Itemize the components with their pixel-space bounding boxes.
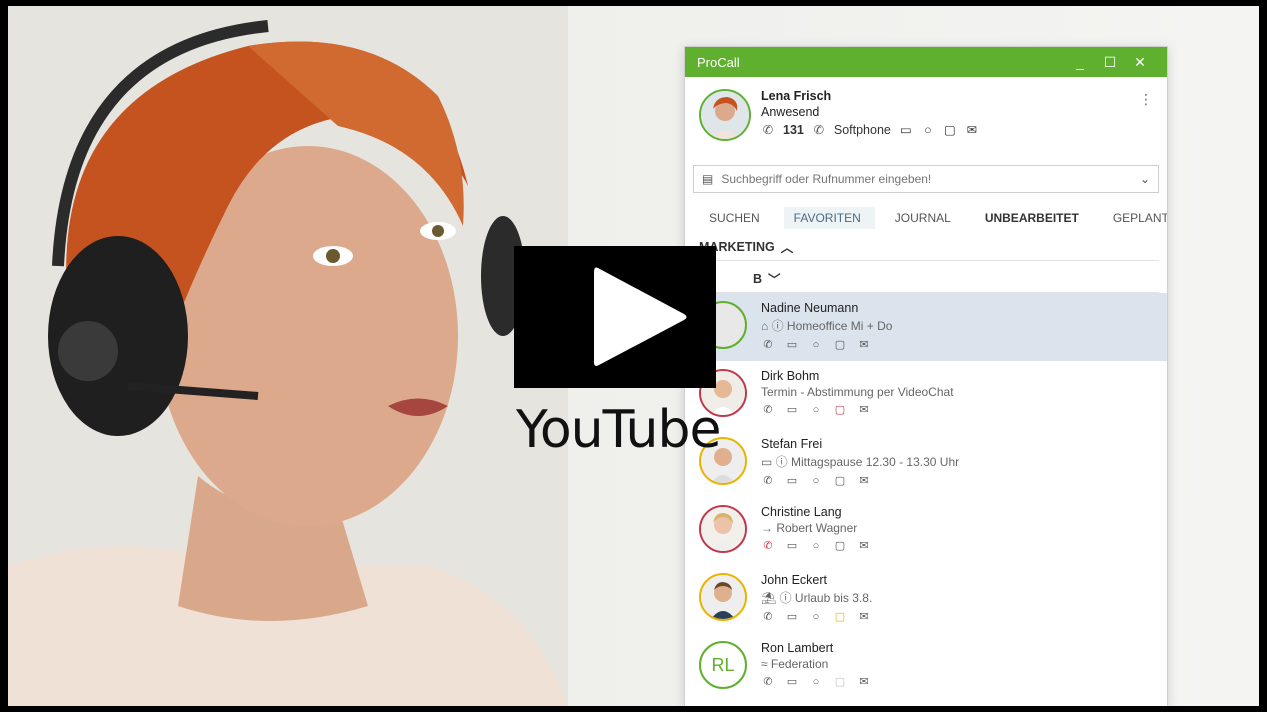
calendar-icon[interactable]: ▢ (833, 539, 847, 552)
phone-icon[interactable]: ✆ (761, 403, 775, 416)
own-profile: Lena Frisch Anwesend ✆ 131 ✆ Softphone ▭… (685, 77, 1167, 157)
tab-bar: SUCHEN FAVORITEN JOURNAL UNBEARBEITET GE… (685, 207, 1167, 229)
contact-initials-avatar: RL (699, 641, 747, 689)
federation-icon: ≈ (761, 657, 771, 671)
video-icon[interactable]: ▭ (785, 403, 799, 416)
contact-name: John Eckert (761, 573, 828, 587)
contact-name: Ron Lambert (761, 641, 834, 655)
contact-avatar (699, 505, 747, 553)
tab-favoriten[interactable]: FAVORITEN (783, 207, 875, 229)
mail-icon[interactable]: ✉ (857, 338, 871, 351)
chat-icon[interactable]: ○ (809, 676, 823, 688)
phone-icon[interactable]: ✆ (761, 338, 775, 351)
chevron-up-icon: ︿ (780, 241, 794, 255)
woman-with-headset-image (8, 6, 568, 706)
minimize-button[interactable]: _ (1065, 54, 1095, 70)
calendar-icon[interactable]: ▢ (833, 403, 847, 416)
search-input[interactable] (721, 172, 1140, 186)
chevron-down-icon[interactable]: ⌄ (1140, 172, 1150, 186)
chat-icon[interactable]: ○ (809, 339, 823, 351)
video-icon[interactable]: ▭ (785, 338, 799, 351)
mail-icon[interactable]: ✉ (857, 474, 871, 487)
chat-icon[interactable]: ○ (809, 611, 823, 623)
own-status[interactable]: Anwesend (761, 105, 979, 119)
video-icon[interactable]: ▭ (785, 675, 799, 688)
tab-journal[interactable]: JOURNAL (885, 207, 965, 229)
youtube-logo-text: YouTube (516, 400, 721, 460)
calendar-icon[interactable]: ▢ (943, 122, 957, 137)
video-icon[interactable]: ▭ (899, 122, 913, 137)
tab-geplant[interactable]: GEPLANT (1103, 207, 1167, 229)
video-icon[interactable]: ▭ (785, 610, 799, 623)
contact-name: Nadine Neumann (761, 301, 859, 315)
contact-name: Christine Lang (761, 505, 842, 519)
tab-unbearbeitet[interactable]: UNBEARBEITET (975, 207, 1093, 229)
vacation-icon: ⛱ ⓘ (761, 591, 795, 605)
calendar-icon[interactable]: ▢ (833, 474, 847, 487)
maximize-button[interactable]: ☐ (1095, 54, 1125, 71)
phone-icon[interactable]: ✆ (761, 610, 775, 623)
search-box[interactable]: ▤ ⌄ (693, 165, 1159, 193)
video-icon[interactable]: ▭ (785, 539, 799, 552)
group-header-marketing[interactable]: MARKETING ︿ (693, 233, 1159, 261)
mail-icon[interactable]: ✉ (857, 403, 871, 416)
phone-icon[interactable]: ✆ (761, 539, 775, 552)
play-icon (594, 267, 687, 366)
mail-icon[interactable]: ✉ (857, 675, 871, 688)
own-avatar[interactable] (699, 89, 751, 141)
video-thumbnail[interactable]: ProCall _ ☐ ✕ Lena Frisch Anwesend ✆ 131 (8, 6, 1259, 706)
mail-icon[interactable]: ✉ (857, 539, 871, 552)
own-extension: 131 (783, 122, 804, 137)
calendar-icon[interactable]: ▢ (833, 675, 847, 688)
mail-icon[interactable]: ✉ (857, 610, 871, 623)
title-bar: ProCall _ ☐ ✕ (685, 47, 1167, 77)
own-name: Lena Frisch (761, 89, 832, 103)
database-icon: ▤ (702, 172, 714, 186)
phone-icon[interactable]: ✆ (761, 122, 775, 137)
contact-name: Dirk Bohm (761, 369, 820, 383)
calendar-icon[interactable]: ▢ (833, 610, 847, 623)
contact-row[interactable]: Dirk Bohm Termin - Abstimmung per VideoC… (685, 361, 1167, 429)
contact-row[interactable]: RL Ron Lambert ≈ Federation ✆ ▭ ○ ▢ ✉ (685, 633, 1167, 701)
procall-window: ProCall _ ☐ ✕ Lena Frisch Anwesend ✆ 131 (684, 46, 1168, 706)
forward-icon: → (761, 521, 777, 535)
tab-suchen[interactable]: SUCHEN (699, 207, 774, 229)
group-label: B (753, 271, 763, 286)
device-label[interactable]: Softphone (834, 123, 891, 137)
chat-icon[interactable]: ○ (809, 540, 823, 552)
youtube-play-button[interactable] (514, 246, 716, 388)
chevron-down-icon: ﹀ (768, 273, 781, 287)
contact-row[interactable]: Christine Lang → Robert Wagner ✆ ▭ ○ ▢ ✉ (685, 497, 1167, 565)
contact-status: Homeoffice Mi + Do (786, 319, 893, 333)
chat-icon[interactable]: ○ (921, 123, 935, 137)
mail-icon[interactable]: ✉ (965, 122, 979, 137)
close-button[interactable]: ✕ (1125, 54, 1155, 71)
chat-icon[interactable]: ○ (809, 404, 823, 416)
contact-status: Urlaub bis 3.8. (794, 591, 873, 605)
contact-name: Stefan Frei (761, 437, 823, 451)
video-icon[interactable]: ▭ (785, 474, 799, 487)
contact-status: Mittagspause 12.30 - 13.30 Uhr (791, 455, 960, 469)
contact-row[interactable]: John Eckert ⛱ ⓘ Urlaub bis 3.8. ✆ ▭ ○ ▢ … (685, 565, 1167, 633)
home-icon: ⌂ ⓘ (761, 319, 787, 333)
window-title: ProCall (697, 54, 740, 70)
contact-status: Robert Wagner (776, 521, 858, 535)
phone-icon[interactable]: ✆ (761, 474, 775, 487)
contact-status: Termin - Abstimmung per VideoChat (761, 385, 954, 399)
phone-icon[interactable]: ✆ (761, 675, 775, 688)
info-icon: ▭ ⓘ (761, 455, 792, 469)
more-options-icon[interactable]: ⋮ (1139, 91, 1153, 108)
calendar-icon[interactable]: ▢ (833, 338, 847, 351)
group-header-second[interactable]: B ﹀ (693, 265, 1159, 293)
contact-row[interactable]: Nadine Neumann ⌂ ⓘ Homeoffice Mi + Do ✆ … (685, 293, 1167, 361)
contact-row[interactable]: Stefan Frei ▭ ⓘ Mittagspause 12.30 - 13.… (685, 429, 1167, 497)
chat-icon[interactable]: ○ (809, 475, 823, 487)
contact-status: Federation (770, 657, 829, 671)
contact-avatar (699, 573, 747, 621)
softphone-icon: ✆ (813, 123, 825, 137)
